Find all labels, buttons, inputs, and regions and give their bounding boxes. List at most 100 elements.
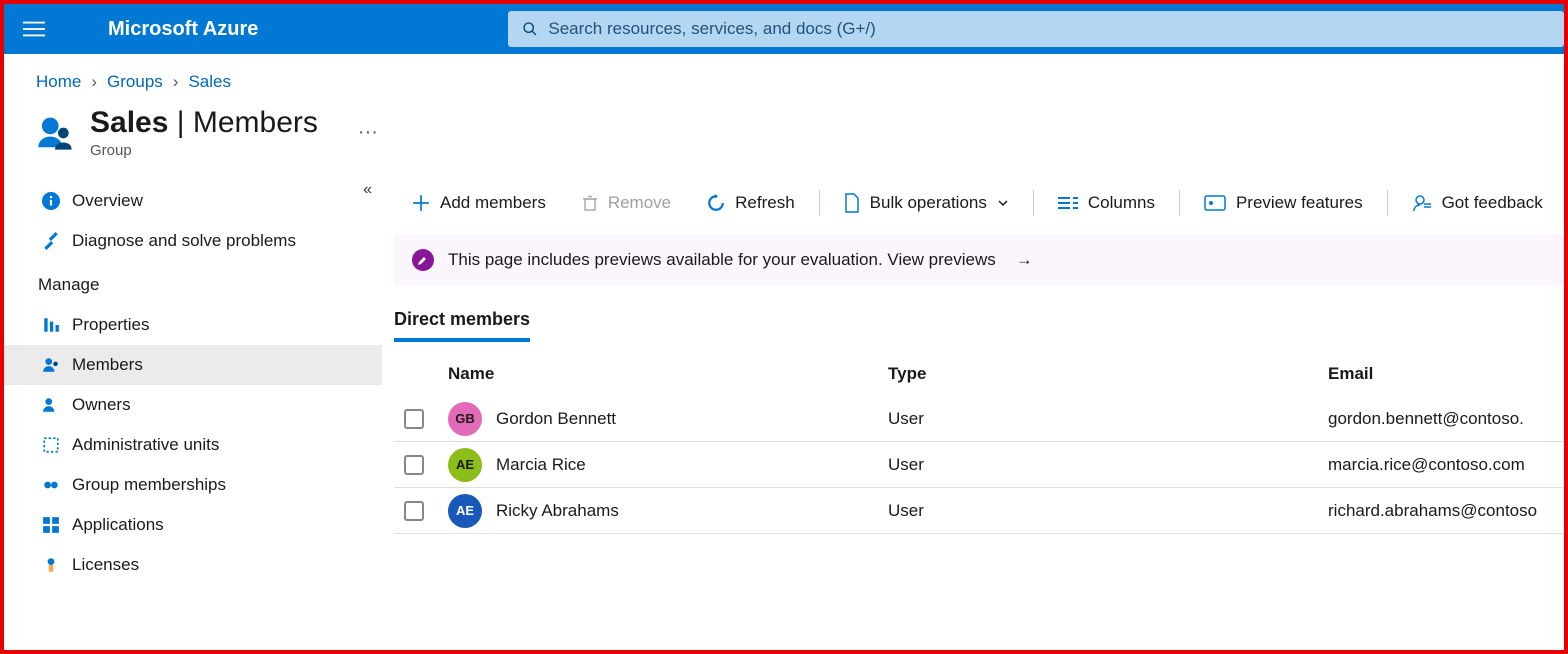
refresh-button[interactable]: Refresh [689,181,813,225]
sidebar-section-manage: Manage [4,261,382,305]
properties-icon [42,316,60,334]
button-label: Refresh [735,193,795,213]
page-subtitle: Group [90,142,318,159]
member-email: gordon.bennett@contoso. [1328,409,1564,429]
button-label: Add members [440,193,546,213]
toolbar-separator [1033,190,1034,216]
sidebar-item-label: Overview [72,191,143,211]
button-label: Got feedback [1442,193,1543,213]
member-name: Marcia Rice [496,455,586,475]
toolbar-separator [819,190,820,216]
document-icon [844,193,860,213]
sidebar-item-licenses[interactable]: Licenses [4,545,382,585]
breadcrumb-current[interactable]: Sales [188,72,231,92]
collapse-sidebar-button[interactable]: « [363,181,372,199]
sidebar-item-group-memberships[interactable]: Group memberships [4,465,382,505]
sidebar-item-label: Licenses [72,555,139,575]
row-checkbox[interactable] [404,409,424,429]
sidebar-item-diagnose[interactable]: Diagnose and solve problems [4,221,382,261]
trash-icon [582,194,598,212]
sidebar-item-label: Members [72,355,143,375]
feedback-icon [1412,194,1432,212]
preview-icon [1204,195,1226,211]
avatar: AE [448,448,482,482]
more-actions-button[interactable]: ··· [358,121,378,144]
sidebar-item-properties[interactable]: Properties [4,305,382,345]
plus-icon [412,194,430,212]
chevron-down-icon [997,197,1009,209]
hamburger-icon [23,18,45,40]
sidebar-item-label: Properties [72,315,149,335]
sidebar: « Overview Diagnose and solve problems M… [4,181,382,650]
top-bar: Microsoft Azure Search resources, servic… [4,4,1564,54]
sidebar-item-owners[interactable]: Owners [4,385,382,425]
admin-units-icon [42,436,60,454]
columns-button[interactable]: Columns [1040,181,1173,225]
preview-banner[interactable]: This page includes previews available fo… [394,235,1564,285]
group-memberships-icon [42,476,60,494]
toolbar-separator [1179,190,1180,216]
columns-icon [1058,196,1078,210]
members-grid: Name Type Email GBGordon BennettUsergord… [394,364,1564,534]
button-label: Columns [1088,193,1155,213]
member-type: User [888,501,1328,521]
add-members-button[interactable]: Add members [394,181,564,225]
grid-header: Name Type Email [394,364,1564,396]
row-checkbox[interactable] [404,501,424,521]
breadcrumb-groups[interactable]: Groups [107,72,163,92]
button-label: Remove [608,193,671,213]
sidebar-item-label: Administrative units [72,435,219,455]
info-icon [42,192,60,210]
search-placeholder: Search resources, services, and docs (G+… [548,19,875,39]
sidebar-item-admin-units[interactable]: Administrative units [4,425,382,465]
group-icon [36,114,74,152]
search-icon [522,21,538,37]
owners-icon [42,396,60,414]
column-header-name[interactable]: Name [448,364,888,384]
page-title: Sales | Members [90,106,318,140]
table-row[interactable]: GBGordon BennettUsergordon.bennett@conto… [394,396,1564,442]
breadcrumb: Home › Groups › Sales [4,54,1564,102]
sidebar-item-overview[interactable]: Overview [4,181,382,221]
member-type: User [888,455,1328,475]
command-bar: Add members Remove Refresh Bulk operatio… [394,181,1564,225]
breadcrumb-home[interactable]: Home [36,72,81,92]
sidebar-item-applications[interactable]: Applications [4,505,382,545]
column-header-type[interactable]: Type [888,364,1328,384]
tab-direct-members[interactable]: Direct members [394,309,530,342]
breadcrumb-separator-icon: › [173,72,179,92]
bulk-operations-button[interactable]: Bulk operations [826,181,1027,225]
breadcrumb-separator-icon: › [91,72,97,92]
wrench-icon [42,232,60,250]
licenses-icon [42,556,60,574]
banner-text: This page includes previews available fo… [448,250,996,270]
table-row[interactable]: AE Ricky Abrahams Userrichard.abrahams@con… [394,488,1564,534]
preview-features-button[interactable]: Preview features [1186,181,1381,225]
applications-icon [42,516,60,534]
sidebar-item-label: Applications [72,515,164,535]
sidebar-item-label: Diagnose and solve problems [72,231,296,251]
column-header-email[interactable]: Email [1328,364,1564,384]
member-name: Ricky Abrahams [496,501,619,521]
members-icon [42,356,60,374]
brand-label: Microsoft Azure [108,18,258,41]
page-header: Sales | Members Group ··· [4,106,1564,159]
avatar: AE [448,494,482,528]
toolbar-separator [1387,190,1388,216]
member-email: marcia.rice@contoso.com [1328,455,1564,475]
hamburger-menu-button[interactable] [10,5,58,53]
got-feedback-button[interactable]: Got feedback [1394,181,1561,225]
button-label: Bulk operations [870,193,987,213]
row-checkbox[interactable] [404,455,424,475]
button-label: Preview features [1236,193,1363,213]
avatar: GB [448,402,482,436]
global-search[interactable]: Search resources, services, and docs (G+… [508,11,1564,47]
member-email: richard.abrahams@contoso [1328,501,1564,521]
rocket-icon [412,249,434,271]
sidebar-item-label: Owners [72,395,131,415]
sidebar-item-members[interactable]: Members [4,345,382,385]
members-tabs: Direct members [394,309,1564,342]
table-row[interactable]: AE Marcia Rice Usermarcia.rice@contoso.com [394,442,1564,488]
sidebar-item-label: Group memberships [72,475,226,495]
arrow-right-icon: → [1016,250,1033,270]
